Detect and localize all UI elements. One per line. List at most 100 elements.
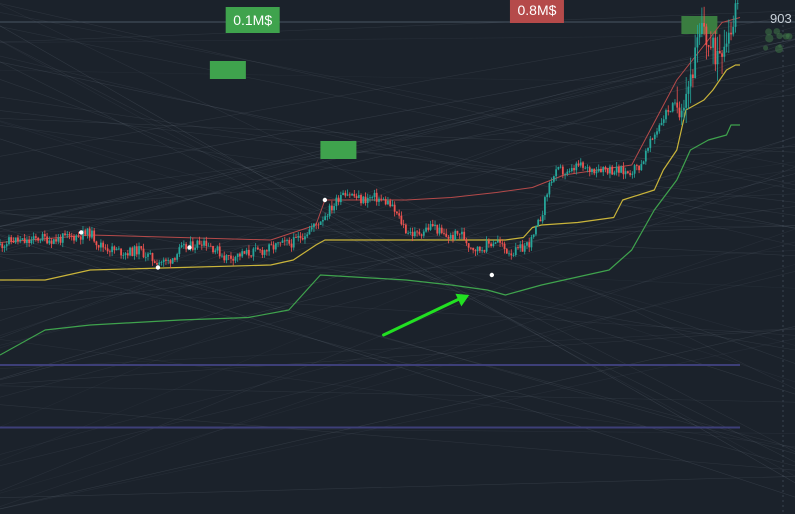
candle-body: [501, 242, 504, 244]
candle-body: [21, 238, 24, 240]
candle-body: [629, 173, 632, 175]
candle-body: [88, 228, 91, 238]
candle-body: [458, 233, 461, 235]
candle-body: [626, 171, 629, 174]
candle-body: [595, 171, 598, 174]
candle-body: [575, 163, 578, 171]
candle-body: [440, 227, 443, 233]
candle-body: [200, 244, 203, 246]
candle-body: [519, 244, 522, 249]
candle-body: [582, 162, 584, 168]
candle-body: [357, 195, 360, 198]
candle-body: [667, 110, 670, 112]
candle-body: [429, 224, 432, 230]
candle-body: [508, 253, 510, 255]
candle-body: [205, 240, 208, 247]
candle-body: [366, 197, 369, 203]
candle-body: [207, 245, 210, 247]
candle-body: [348, 194, 351, 196]
candle-body: [77, 235, 80, 237]
candle-body: [669, 111, 672, 113]
candle-body: [514, 247, 517, 255]
candle-body: [557, 166, 560, 170]
candle-body: [714, 37, 717, 65]
candle-body: [692, 74, 694, 79]
candle-body: [373, 192, 376, 197]
candle-body: [674, 102, 676, 104]
candle-body: [483, 250, 486, 252]
candle-body: [308, 229, 311, 235]
candle-body: [635, 165, 638, 167]
candle-body: [153, 261, 156, 263]
candle-body: [351, 193, 353, 196]
candle-body: [413, 231, 416, 237]
candle-body: [176, 254, 179, 260]
candle-body: [485, 240, 488, 252]
pivot-point-1: [79, 230, 84, 235]
candle-body: [171, 258, 174, 264]
candle-body: [230, 255, 232, 259]
candle-body: [252, 248, 255, 257]
volume-box-2: [320, 141, 357, 159]
candle-body: [378, 198, 380, 202]
candle-body: [467, 243, 470, 248]
candle-body: [604, 167, 607, 169]
candle-body: [387, 200, 389, 205]
candle-body: [671, 103, 674, 112]
candle-body: [463, 231, 466, 240]
candle-body: [431, 224, 434, 227]
candle-body: [597, 168, 600, 172]
candle-body: [317, 224, 320, 226]
candle-body: [142, 248, 145, 258]
candle-body: [490, 243, 492, 246]
price-chart[interactable]: 0.1M$ 0.8M$ 903: [0, 0, 795, 514]
candle-body: [180, 245, 183, 248]
candle-body: [407, 232, 410, 234]
candle-body: [494, 242, 497, 244]
candle-body: [552, 176, 555, 182]
candle-body: [380, 198, 383, 200]
candle-body: [609, 166, 611, 174]
candle-body: [263, 250, 266, 255]
candle-body: [660, 122, 663, 126]
candle-body: [144, 256, 147, 258]
candle-body: [151, 253, 154, 262]
candle-body: [631, 173, 634, 175]
candle-body: [716, 50, 719, 65]
candle-body: [64, 233, 66, 236]
candle-body: [521, 244, 524, 252]
candle-body: [653, 134, 656, 140]
candle-body: [261, 249, 264, 255]
candle-body: [721, 53, 723, 57]
candle-body: [734, 3, 737, 27]
candle-body: [194, 247, 196, 250]
candle-body: [283, 240, 286, 242]
candle-body: [633, 165, 636, 174]
candle-body: [41, 234, 44, 241]
candle-body: [313, 223, 315, 228]
candle-body: [297, 236, 300, 238]
candle-body: [555, 169, 558, 177]
candle-body: [375, 192, 378, 202]
candle-body: [8, 237, 10, 245]
candle-body: [326, 216, 329, 218]
candle-body: [0, 243, 1, 245]
candle-body: [398, 213, 401, 216]
candle-body: [50, 240, 53, 244]
candle-body: [411, 231, 414, 237]
candle-body: [129, 247, 131, 256]
candle-body: [270, 244, 273, 246]
candle-body: [584, 167, 587, 169]
candle-body: [649, 138, 652, 149]
candle-body: [196, 240, 199, 248]
candle-body: [591, 168, 593, 173]
candle-body: [510, 253, 513, 256]
candle-body: [259, 249, 262, 251]
candle-body: [315, 223, 318, 225]
candle-body: [34, 236, 37, 238]
candle-body: [718, 50, 721, 54]
candle-body: [292, 237, 295, 248]
candle-body: [108, 251, 111, 253]
candle-body: [456, 230, 459, 234]
candle-body: [638, 165, 640, 171]
